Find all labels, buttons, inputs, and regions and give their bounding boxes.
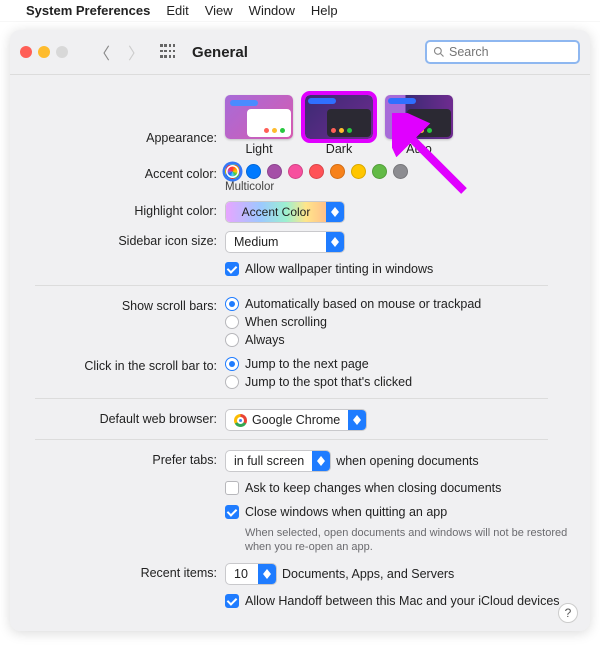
- handoff-checkbox[interactable]: Allow Handoff between this Mac and your …: [225, 593, 560, 609]
- toolbar-nav: 〈 〉: [88, 38, 150, 66]
- chrome-icon: [234, 414, 247, 427]
- browser-select[interactable]: Google Chrome: [225, 409, 367, 431]
- menu-edit[interactable]: Edit: [166, 3, 188, 18]
- show-all-icon[interactable]: [160, 44, 176, 60]
- wallpaper-tint-label: Allow wallpaper tinting in windows: [245, 262, 433, 276]
- browser-label: Default web browser:: [10, 409, 225, 426]
- accent-swatches: [225, 164, 408, 179]
- recent-value: 10: [226, 567, 258, 581]
- search-icon: [433, 46, 445, 58]
- close-windows-checkbox[interactable]: Close windows when quitting an app: [225, 504, 447, 520]
- radio-icon: [225, 375, 239, 389]
- ask-keep-label: Ask to keep changes when closing documen…: [245, 481, 501, 495]
- menu-window[interactable]: Window: [249, 3, 295, 18]
- click-scroll-next-label: Jump to the next page: [245, 357, 369, 371]
- scroll-option-auto[interactable]: Automatically based on mouse or trackpad: [225, 296, 481, 312]
- wallpaper-tint-checkbox[interactable]: Allow wallpaper tinting in windows: [225, 261, 433, 277]
- sidebar-size-value: Medium: [226, 235, 326, 249]
- radio-icon: [225, 315, 239, 329]
- forward-button[interactable]: 〉: [122, 38, 150, 66]
- checkbox-icon: [225, 481, 239, 495]
- accent-pink[interactable]: [288, 164, 303, 179]
- recent-label: Recent items:: [10, 563, 225, 580]
- scroll-option-scrolling[interactable]: When scrolling: [225, 314, 327, 330]
- highlight-select[interactable]: Accent Color: [225, 201, 345, 223]
- click-scroll-label: Click in the scroll bar to:: [10, 356, 225, 373]
- accent-blue[interactable]: [246, 164, 261, 179]
- general-pane: Appearance: Light Dark: [10, 75, 590, 631]
- traffic-lights: [20, 46, 68, 58]
- click-scroll-next[interactable]: Jump to the next page: [225, 356, 369, 372]
- sidebar-size-select[interactable]: Medium: [225, 231, 345, 253]
- click-scroll-spot-label: Jump to the spot that's clicked: [245, 375, 412, 389]
- appearance-label: Appearance:: [10, 107, 225, 145]
- tabs-suffix: when opening documents: [336, 454, 478, 468]
- minimize-button[interactable]: [38, 46, 50, 58]
- system-menubar: System Preferences Edit View Window Help: [0, 0, 600, 22]
- close-windows-hint: When selected, open documents and window…: [245, 526, 568, 555]
- menu-view[interactable]: View: [205, 3, 233, 18]
- search-field[interactable]: [425, 40, 580, 64]
- recent-select[interactable]: 10: [225, 563, 277, 585]
- scroll-option-always-label: Always: [245, 333, 285, 347]
- ask-keep-checkbox[interactable]: Ask to keep changes when closing documen…: [225, 480, 501, 496]
- checkbox-icon: [225, 262, 239, 276]
- accent-label: Accent color:: [10, 164, 225, 181]
- appearance-option-light[interactable]: [225, 95, 293, 139]
- highlight-value: Accent Color: [242, 205, 311, 219]
- tabs-label: Prefer tabs:: [10, 450, 225, 467]
- checkbox-icon: [225, 594, 239, 608]
- click-scroll-spot[interactable]: Jump to the spot that's clicked: [225, 374, 412, 390]
- radio-icon: [225, 333, 239, 347]
- accent-yellow[interactable]: [351, 164, 366, 179]
- accent-red[interactable]: [309, 164, 324, 179]
- checkbox-icon: [225, 505, 239, 519]
- help-button[interactable]: ?: [558, 603, 578, 623]
- sidebar-size-label: Sidebar icon size:: [10, 231, 225, 248]
- browser-value: Google Chrome: [252, 413, 340, 427]
- appearance-option-dark-label: Dark: [326, 142, 352, 156]
- accent-graphite[interactable]: [393, 164, 408, 179]
- close-button[interactable]: [20, 46, 32, 58]
- appearance-option-light-label: Light: [245, 142, 272, 156]
- close-windows-label: Close windows when quitting an app: [245, 505, 447, 519]
- radio-icon: [225, 297, 239, 311]
- menu-help[interactable]: Help: [311, 3, 338, 18]
- radio-icon: [225, 357, 239, 371]
- accent-orange[interactable]: [330, 164, 345, 179]
- accent-caption: Multicolor: [225, 181, 274, 193]
- scroll-option-scrolling-label: When scrolling: [245, 315, 327, 329]
- appearance-option-auto[interactable]: [385, 95, 453, 139]
- tabs-select[interactable]: in full screen: [225, 450, 331, 472]
- appearance-option-auto-label: Auto: [406, 142, 432, 156]
- scroll-option-always[interactable]: Always: [225, 332, 285, 348]
- window-toolbar: 〈 〉 General: [10, 30, 590, 74]
- tabs-value: in full screen: [226, 454, 312, 468]
- appearance-option-dark[interactable]: [305, 95, 373, 139]
- prefs-window: 〈 〉 General Appearance: Light: [10, 30, 590, 631]
- accent-multicolor[interactable]: [225, 164, 240, 179]
- highlight-label: Highlight color:: [10, 201, 225, 218]
- app-menu[interactable]: System Preferences: [26, 3, 150, 18]
- recent-suffix: Documents, Apps, and Servers: [282, 567, 454, 581]
- window-title: General: [192, 44, 248, 61]
- accent-purple[interactable]: [267, 164, 282, 179]
- zoom-button[interactable]: [56, 46, 68, 58]
- accent-green[interactable]: [372, 164, 387, 179]
- scroll-label: Show scroll bars:: [10, 296, 225, 313]
- scroll-option-auto-label: Automatically based on mouse or trackpad: [245, 297, 481, 311]
- search-input[interactable]: [449, 45, 559, 59]
- back-button[interactable]: 〈: [88, 38, 116, 66]
- handoff-label: Allow Handoff between this Mac and your …: [245, 594, 560, 608]
